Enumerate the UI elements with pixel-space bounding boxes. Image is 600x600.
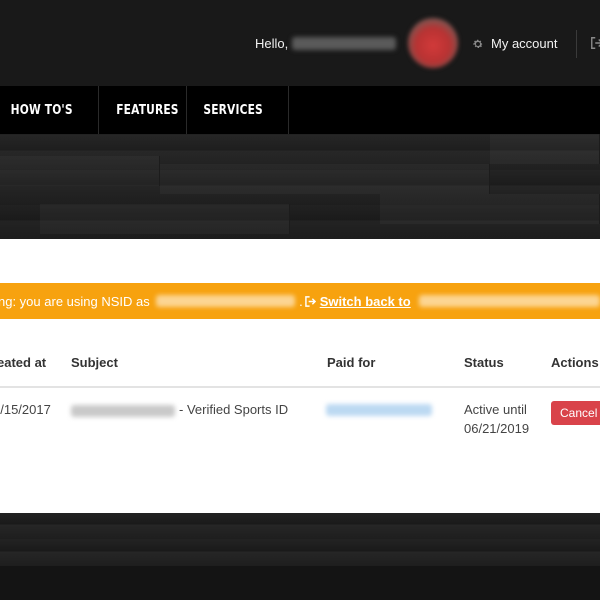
my-account-label: My account — [491, 36, 558, 51]
column-header-subject[interactable]: Subject — [71, 355, 118, 370]
paid-for-link[interactable] — [326, 404, 432, 416]
nav-item-features[interactable]: FEATURES — [99, 86, 187, 134]
status-cell: Active until 06/21/2019 — [464, 400, 529, 438]
greeting-text: Hello, — [255, 36, 289, 51]
logout-icon[interactable] — [590, 36, 600, 50]
header-divider — [576, 30, 577, 58]
gear-icon — [473, 39, 483, 48]
avatar[interactable] — [408, 18, 458, 68]
status-line-2: 06/21/2019 — [464, 421, 530, 436]
main-nav: HOW TO'S FEATURES SERVICES — [0, 86, 600, 134]
nav-item-services[interactable]: SERVICES — [187, 86, 289, 134]
status-line-1: Active until — [464, 402, 527, 417]
impersonation-banner: ng: you are using NSID as . Switch back … — [0, 283, 600, 319]
content-panel: ng: you are using NSID as . Switch back … — [0, 239, 600, 513]
redacted-user-name — [292, 37, 397, 50]
lower-background — [0, 513, 600, 566]
switch-back-icon — [304, 295, 316, 307]
cancel-button[interactable]: Cancel — [551, 401, 600, 425]
subject-suffix: - Verified Sports ID — [179, 402, 289, 417]
switch-back-link[interactable]: Switch back to — [304, 293, 411, 309]
redacted-banner-tail — [418, 295, 600, 307]
my-account-link[interactable]: My account — [472, 36, 557, 51]
banner-text: ng: you are using NSID as — [0, 293, 150, 309]
top-header: Hello, My account — [0, 0, 600, 86]
nav-label-services: SERVICES — [203, 102, 263, 118]
footer — [0, 566, 600, 600]
created-at-cell: 6/15/2017 — [0, 402, 51, 417]
column-header-actions: Actions — [551, 355, 599, 370]
column-header-status[interactable]: Status — [464, 355, 504, 370]
column-header-paid-for[interactable]: Paid for — [327, 355, 375, 370]
hero-background — [0, 134, 600, 239]
column-header-created-at[interactable]: eated at — [0, 355, 46, 370]
user-greeting: Hello, — [255, 36, 397, 51]
switch-back-label: Switch back to — [319, 293, 411, 309]
redacted-impersonated-name — [155, 295, 296, 307]
redacted-subject-name — [71, 404, 175, 417]
nav-label-features: FEATURES — [116, 102, 179, 118]
nav-item-how-tos[interactable]: HOW TO'S — [0, 86, 99, 134]
nav-label-how-tos: HOW TO'S — [10, 102, 73, 118]
table-header-divider — [0, 386, 600, 388]
subject-cell: - Verified Sports ID — [71, 402, 288, 417]
